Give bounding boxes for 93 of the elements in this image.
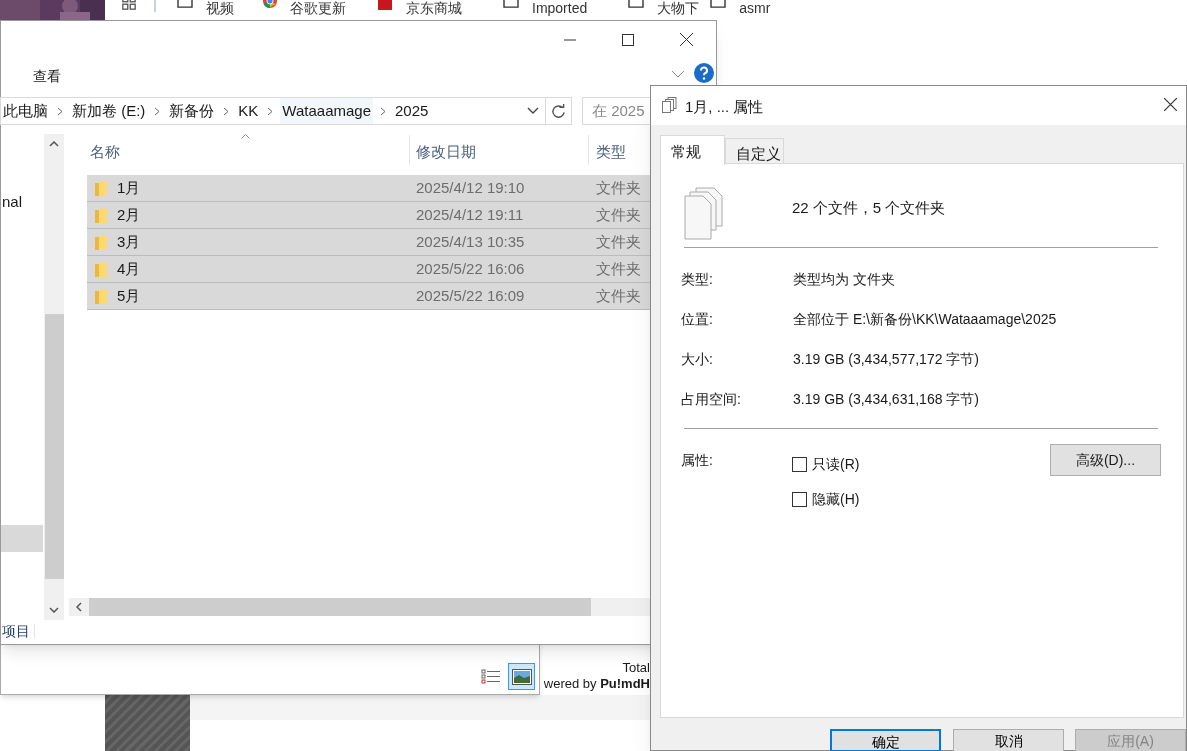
date-cell-text: 2025/5/22 16:09 xyxy=(416,285,525,306)
powered-by-text: wered by Pu!mdH xyxy=(543,676,650,692)
property-label: 占用空间: xyxy=(681,390,741,409)
folder-icon xyxy=(95,235,108,250)
checkbox-label[interactable]: 只读(R) xyxy=(812,454,860,475)
dropdown-icon[interactable] xyxy=(527,107,539,115)
file-row[interactable]: 2月 2025/4/12 19:11 文件夹 xyxy=(87,202,651,229)
breadcrumb-item[interactable]: Wataaamage xyxy=(280,98,374,124)
property-value: 类型均为 文件夹 xyxy=(793,270,895,289)
address-bar[interactable]: 此电脑 新加卷 (E:) 新备份 KK Wataaamage 2025 xyxy=(0,97,572,125)
chevron-down-icon[interactable] xyxy=(671,70,685,78)
checkbox-label[interactable]: 隐藏(H) xyxy=(812,489,860,510)
documents-icon xyxy=(684,187,724,241)
type-cell-text: 文件夹 xyxy=(596,204,641,225)
bookmark-link[interactable]: 谷歌更新 xyxy=(290,0,346,16)
vertical-scrollbar[interactable] xyxy=(44,134,64,620)
apps-grid-icon xyxy=(120,0,138,10)
date-cell-text: 2025/4/12 19:10 xyxy=(416,177,525,198)
square-logo-icon xyxy=(376,0,394,10)
column-header[interactable]: 修改日期 xyxy=(416,141,476,164)
folder-icon xyxy=(95,262,108,277)
checkbox[interactable] xyxy=(792,457,807,472)
bookmark-link[interactable]: asmr xyxy=(739,0,771,16)
bookmark-link[interactable]: Imported xyxy=(532,0,588,16)
folder-icon xyxy=(95,181,108,196)
breadcrumb-item[interactable]: 新备份 xyxy=(167,98,217,124)
file-name: 3月 xyxy=(117,231,141,252)
bookmark-link[interactable]: 视频 xyxy=(206,0,234,16)
file-row[interactable]: 1月 2025/4/12 19:10 文件夹 xyxy=(87,175,651,202)
type-cell-text: 文件夹 xyxy=(596,177,641,198)
sort-up-icon xyxy=(241,134,250,139)
date-cell-text: 2025/4/12 19:11 xyxy=(416,204,524,225)
advanced-button[interactable]: 高级(D)... xyxy=(1050,444,1161,476)
dialog-title: 1月, ... 属性 xyxy=(685,97,764,117)
property-label: 大小: xyxy=(681,350,713,369)
files-icon xyxy=(662,97,678,113)
file-row[interactable]: 5月 2025/5/22 16:09 文件夹 xyxy=(87,283,651,310)
file-name: 5月 xyxy=(117,285,141,306)
chevron-right-icon xyxy=(154,106,161,116)
total-label: Total xyxy=(622,660,650,676)
date-cell-text: 2025/4/13 10:35 xyxy=(416,231,525,252)
breadcrumb-item[interactable]: 此电脑 xyxy=(1,98,50,124)
breadcrumb-item[interactable]: KK xyxy=(236,98,261,124)
property-label: 位置: xyxy=(681,310,713,329)
view-button[interactable] xyxy=(508,663,535,690)
date-cell-text: 2025/5/22 16:06 xyxy=(416,258,525,279)
bookmark-link[interactable]: 大物下 xyxy=(657,0,700,16)
selection-summary: 22 个文件，5 个文件夹 xyxy=(792,198,946,218)
folder-icon xyxy=(95,208,108,223)
close-icon[interactable] xyxy=(680,33,693,46)
status-text: 项目 xyxy=(2,622,30,641)
search-field[interactable]: 在 2025 xyxy=(582,97,651,125)
tab[interactable]: 常规 xyxy=(660,135,725,165)
maximize-icon[interactable] xyxy=(622,34,634,46)
dialog-button: 应用(A) xyxy=(1075,729,1186,751)
type-cell-text: 文件夹 xyxy=(596,285,641,306)
tab[interactable]: 自定义 xyxy=(725,138,784,164)
column-header[interactable]: 名称 xyxy=(90,141,120,164)
close-icon[interactable] xyxy=(1164,98,1177,111)
bookmark-link[interactable]: 京东商城 xyxy=(406,0,462,16)
chevron-right-icon xyxy=(380,106,387,116)
scroll-up-icon[interactable] xyxy=(49,141,59,147)
dialog-button[interactable]: 取消 xyxy=(953,729,1064,751)
image-view-icon xyxy=(511,668,532,685)
chevron-right-icon xyxy=(267,106,274,116)
property-value: 3.19 GB (3,434,631,168 字节) xyxy=(793,390,979,409)
folder-icon xyxy=(95,289,108,304)
ribbon-tab[interactable]: 查看 xyxy=(33,66,61,87)
dialog-button[interactable]: 确定 xyxy=(830,729,941,751)
type-cell-text: 文件夹 xyxy=(596,258,641,279)
property-label: 类型: xyxy=(681,270,713,289)
details-view-icon xyxy=(480,668,501,685)
file-name: 1月 xyxy=(117,177,141,198)
file-row[interactable]: 3月 2025/4/13 10:35 文件夹 xyxy=(87,229,651,256)
property-value: 全部位于 E:\新备份\KK\Wataaamage\2025 xyxy=(793,310,1057,329)
help-icon[interactable] xyxy=(694,63,714,83)
scroll-thumb[interactable] xyxy=(44,314,64,579)
chevron-right-icon xyxy=(57,106,63,116)
breadcrumb-item[interactable]: 新加卷 (E:) xyxy=(70,98,148,124)
property-label: 属性: xyxy=(681,451,713,470)
chevron-right-icon xyxy=(223,106,230,116)
breadcrumb-item[interactable]: 2025 xyxy=(393,98,431,124)
refresh-icon[interactable] xyxy=(551,103,566,119)
column-header[interactable]: 类型 xyxy=(596,141,626,164)
file-name: 4月 xyxy=(117,258,141,279)
type-cell-text: 文件夹 xyxy=(596,231,641,252)
checkbox[interactable] xyxy=(792,492,807,507)
nav-item[interactable]: nal xyxy=(2,191,23,214)
file-row[interactable]: 4月 2025/5/22 16:06 文件夹 xyxy=(87,256,651,283)
scroll-down-icon[interactable] xyxy=(49,607,59,613)
scroll-left-icon[interactable] xyxy=(76,602,82,612)
property-value: 3.19 GB (3,434,577,172 字节) xyxy=(793,350,979,369)
file-name: 2月 xyxy=(117,204,141,225)
